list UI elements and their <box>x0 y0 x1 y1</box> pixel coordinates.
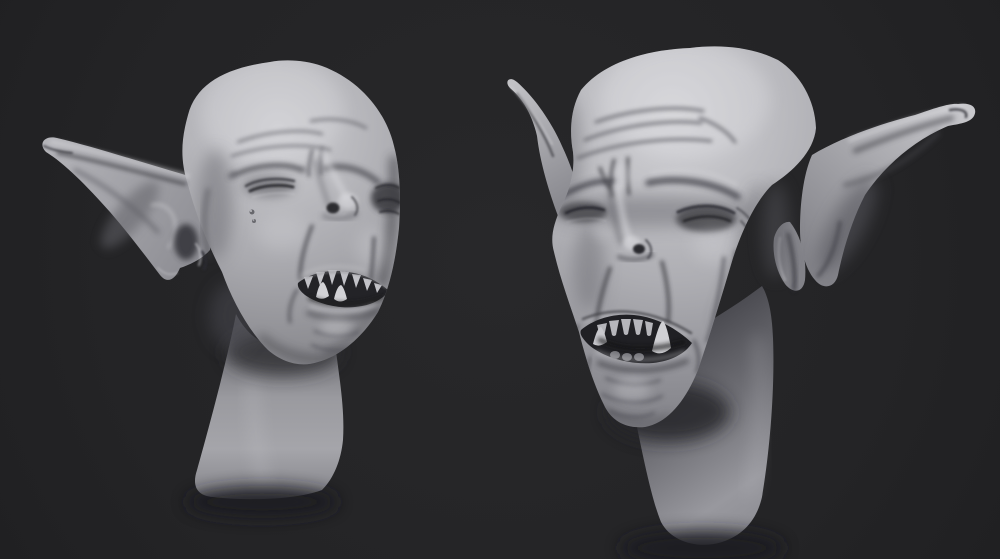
tear-bump-1 <box>250 210 255 215</box>
viewport-background <box>0 0 1000 559</box>
tear-bump-2-light <box>253 219 255 221</box>
ear-concha-shadow <box>174 224 198 260</box>
render-canvas: 3D sculpt render - two goblin heads <box>0 0 1000 559</box>
chin-highlight <box>614 377 650 401</box>
postauricular-shade <box>763 182 789 278</box>
cheek-highlight-left <box>257 215 309 251</box>
cheek-highlight-left <box>591 222 613 240</box>
nostril <box>633 244 645 254</box>
left-neck-bottom-fade <box>186 486 338 518</box>
nostril <box>327 203 340 214</box>
cheekbone-highlight-right <box>692 228 736 264</box>
tear-bump-1-light <box>250 210 252 212</box>
chin-highlight <box>320 317 352 337</box>
sculpt-render-viewport: 3D sculpt render - two goblin heads <box>0 0 1000 559</box>
